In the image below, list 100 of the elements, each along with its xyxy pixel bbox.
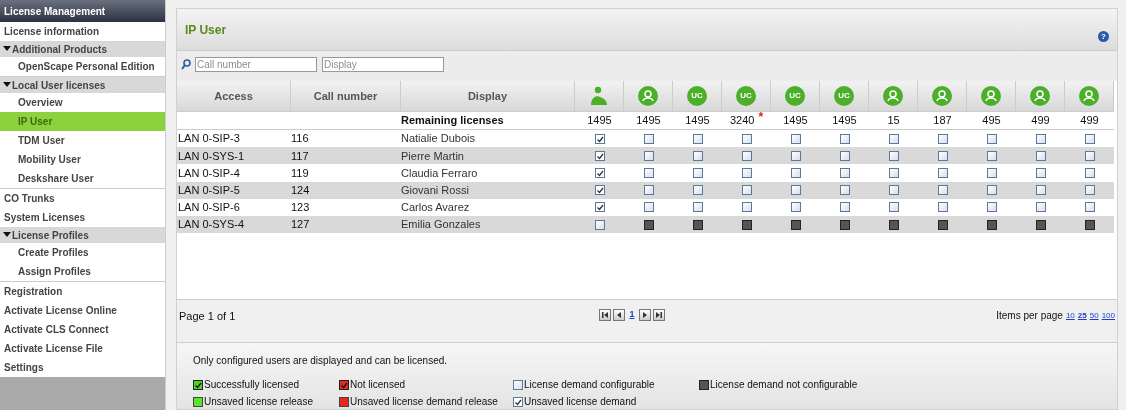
sidebar-item[interactable]: IP User [0,112,165,131]
checkbox[interactable] [937,185,948,196]
checkbox[interactable] [839,167,850,178]
sidebar-item[interactable]: OpenScape Personal Edition [0,57,165,76]
checkbox[interactable] [692,133,703,144]
checkbox[interactable] [888,202,899,213]
sidebar-group-header[interactable]: Local User licenses [0,77,165,93]
checkbox[interactable] [937,133,948,144]
next-page-button[interactable] [638,308,651,321]
checkbox[interactable] [594,202,605,213]
checkbox[interactable] [888,150,899,161]
checkbox[interactable] [513,379,523,390]
checkbox[interactable] [741,202,752,213]
checkbox[interactable] [692,167,703,178]
first-page-button[interactable] [599,308,612,321]
checkbox[interactable] [513,396,523,407]
checkbox[interactable] [1035,202,1046,213]
checkbox[interactable] [1035,167,1046,178]
checkbox[interactable] [692,185,703,196]
page-size-link[interactable]: 50 [1089,309,1099,322]
checkbox[interactable] [643,167,654,178]
checkbox[interactable] [692,219,703,230]
last-page-button[interactable] [652,308,665,321]
checkbox[interactable] [888,185,899,196]
checkbox[interactable] [888,167,899,178]
checkbox[interactable] [643,202,654,213]
checkbox[interactable] [986,219,997,230]
checkbox[interactable] [699,379,709,390]
checkbox[interactable] [839,150,850,161]
checkbox[interactable] [643,133,654,144]
checkbox[interactable] [1035,150,1046,161]
checkbox[interactable] [790,202,801,213]
sidebar-item[interactable]: TDM User [0,131,165,150]
sidebar-item[interactable]: Activate License File [0,339,165,358]
checkbox[interactable] [193,396,203,407]
checkbox[interactable] [741,167,752,178]
search-field[interactable]: Display [322,56,444,72]
sidebar-item[interactable]: Assign Profiles [0,262,165,281]
page-link[interactable]: 1 [629,308,635,322]
checkbox[interactable] [1084,219,1095,230]
checkbox[interactable] [790,133,801,144]
checkbox[interactable] [741,133,752,144]
checkbox[interactable] [986,150,997,161]
page-size-link[interactable]: 10 [1065,309,1075,322]
checkbox[interactable] [790,219,801,230]
checkbox[interactable] [692,202,703,213]
column-header[interactable]: Access [177,81,291,111]
checkbox[interactable] [594,219,605,230]
sidebar-group-header[interactable]: Additional Products [0,41,165,57]
search-field[interactable]: Call number [195,56,317,72]
checkbox[interactable] [986,202,997,213]
checkbox[interactable] [594,150,605,161]
checkbox[interactable] [643,185,654,196]
sidebar-item[interactable]: Create Profiles [0,243,165,262]
checkbox[interactable] [1084,133,1095,144]
checkbox[interactable] [839,202,850,213]
checkbox[interactable] [986,167,997,178]
checkbox[interactable] [888,133,899,144]
checkbox[interactable] [339,396,349,407]
column-header[interactable]: Display [401,81,575,111]
checkbox[interactable] [1084,150,1095,161]
checkbox[interactable] [790,150,801,161]
page-size-link[interactable]: 100 [1101,309,1115,322]
sidebar-item[interactable]: Overview [0,93,165,112]
checkbox[interactable] [888,219,899,230]
checkbox[interactable] [937,202,948,213]
checkbox[interactable] [839,185,850,196]
checkbox[interactable] [937,219,948,230]
sidebar-item[interactable]: Mobility User [0,150,165,169]
checkbox[interactable] [193,379,203,390]
checkbox[interactable] [594,167,605,178]
checkbox[interactable] [1035,185,1046,196]
checkbox[interactable] [643,219,654,230]
previous-page-button[interactable] [613,308,626,321]
sidebar-item[interactable]: Registration [0,282,165,301]
checkbox[interactable] [1084,167,1095,178]
sidebar-item[interactable]: System Licenses [0,208,165,227]
checkbox[interactable] [594,185,605,196]
sidebar-item[interactable]: Activate License Online [0,301,165,320]
checkbox[interactable] [839,133,850,144]
column-header[interactable]: Call number [291,81,401,111]
checkbox[interactable] [937,150,948,161]
sidebar-item[interactable]: Settings [0,358,165,377]
checkbox[interactable] [1084,185,1095,196]
help-button[interactable]: ? [1098,31,1109,42]
page-size-link[interactable]: 25 [1077,309,1087,322]
sidebar-group-header[interactable]: License Profiles [0,227,165,243]
checkbox[interactable] [594,133,605,144]
checkbox[interactable] [741,185,752,196]
sidebar-item[interactable]: CO Trunks [0,189,165,208]
checkbox[interactable] [692,150,703,161]
checkbox[interactable] [741,150,752,161]
sidebar-item[interactable]: License information [0,22,165,41]
checkbox[interactable] [339,379,349,390]
checkbox[interactable] [937,167,948,178]
checkbox[interactable] [1084,202,1095,213]
checkbox[interactable] [986,185,997,196]
checkbox[interactable] [643,150,654,161]
checkbox[interactable] [790,167,801,178]
checkbox[interactable] [1035,133,1046,144]
